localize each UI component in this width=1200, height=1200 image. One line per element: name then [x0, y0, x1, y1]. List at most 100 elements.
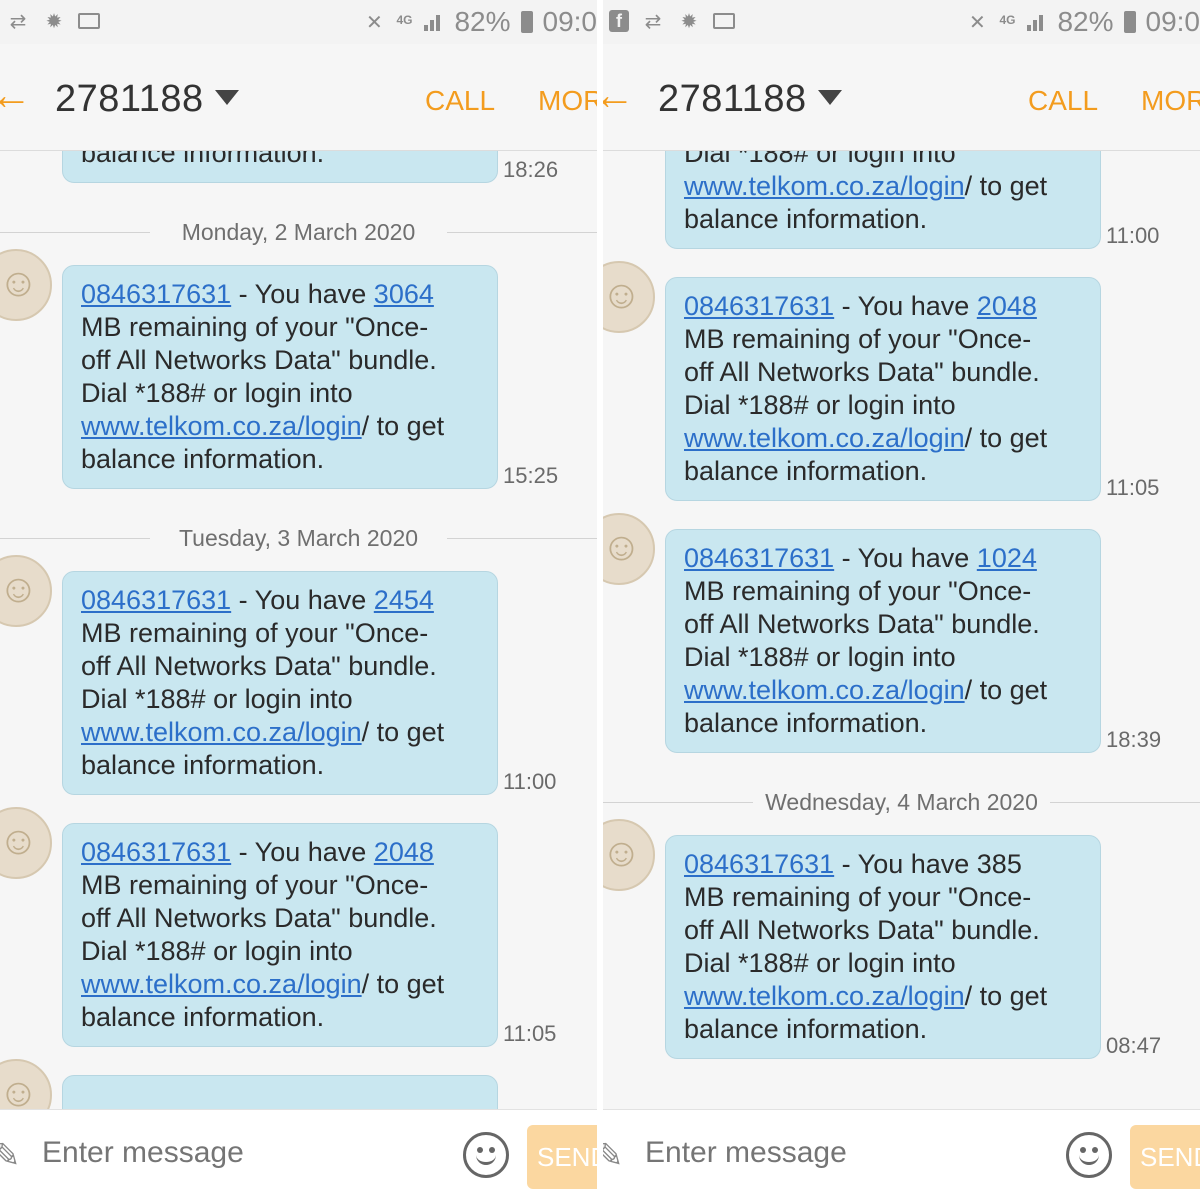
message-line: off All Networks Data" bundle. — [81, 344, 497, 377]
message-bubble[interactable] — [62, 1075, 498, 1109]
message-line: 0846317631 - You have 2048 — [684, 290, 1100, 323]
message-link[interactable]: www.telkom.co.za/login — [684, 171, 965, 201]
message-timestamp: 15:25 — [503, 463, 559, 488]
mute-icon: ✕ — [969, 11, 986, 34]
message-link[interactable]: 0846317631 — [81, 837, 231, 867]
emoji-icon[interactable] — [1066, 1132, 1112, 1178]
message-line: off All Networks Data" bundle. — [81, 902, 497, 935]
message-link[interactable]: 0846317631 — [684, 849, 834, 879]
date-separator: Wednesday, 4 March 2020 — [603, 787, 1200, 817]
contact-avatar-icon[interactable]: ☺ — [603, 261, 655, 333]
send-button[interactable]: SEND — [527, 1125, 597, 1189]
message-line: 0846317631 - You have 2454 — [81, 584, 497, 617]
message-bubble[interactable]: 0846317631 - You have 2048 MB remaining o… — [62, 823, 498, 1047]
message-line: Dial *188# or login into — [81, 683, 497, 716]
network-type: 4G — [999, 13, 1016, 27]
message-bubble[interactable]: 0846317631 - You have 2048 MB remaining o… — [665, 277, 1101, 501]
message-text: - You have — [834, 291, 977, 321]
message-bubble[interactable]: www.telkom.co.za/login/ to getbalance in… — [62, 151, 498, 183]
chevron-down-icon[interactable] — [818, 90, 842, 105]
message-line: Dial *188# or login into — [684, 641, 1100, 674]
message-link[interactable]: www.telkom.co.za/login — [81, 411, 362, 441]
message-text: MB remaining of your "Once- — [684, 882, 1032, 912]
message-text: off All Networks Data" bundle. — [81, 651, 437, 681]
message-text: - You have 385 — [834, 849, 1022, 879]
message-text: off All Networks Data" bundle. — [684, 915, 1040, 945]
attach-icon[interactable]: ✎ — [0, 1136, 21, 1176]
message-list[interactable]: www.telkom.co.za/login/ to getbalance in… — [0, 151, 597, 1109]
message-timestamp: 11:00 — [503, 769, 557, 794]
call-button[interactable]: CALL — [1028, 84, 1098, 118]
signal-icon — [422, 11, 444, 33]
message-link[interactable]: www.telkom.co.za/login — [81, 969, 362, 999]
message-link[interactable]: 0846317631 — [81, 279, 231, 309]
back-arrow-icon[interactable]: ← — [603, 70, 635, 120]
clock: 09:0 — [542, 6, 598, 37]
message-input[interactable] — [645, 1136, 1025, 1170]
message-bubble[interactable]: 0846317631 - You have 385 MB remaining of… — [665, 835, 1101, 1059]
message-composer: ✎ SEND — [0, 1109, 597, 1200]
message-line: off All Networks Data" bundle. — [684, 914, 1100, 947]
message-text: / to get — [964, 675, 1048, 705]
contact-title[interactable]: 2781188 — [658, 74, 807, 124]
message-link[interactable]: www.telkom.co.za/login — [684, 675, 965, 705]
message-line: 0846317631 - You have 2048 — [81, 836, 497, 869]
message-text: - You have — [834, 543, 977, 573]
attach-icon[interactable]: ✎ — [603, 1136, 624, 1176]
message-link[interactable]: www.telkom.co.za/login — [684, 423, 965, 453]
message-bubble[interactable]: 0846317631 - You have 3064 MB remaining o… — [62, 265, 498, 489]
message-link[interactable]: www.telkom.co.za/login — [81, 717, 362, 747]
message-link[interactable]: www.telkom.co.za/login — [684, 981, 965, 1011]
message-link[interactable]: 2454 — [374, 585, 434, 615]
message-list[interactable]: off All Networks Data" bundle.Dial *188#… — [603, 151, 1200, 1109]
message-line: www.telkom.co.za/login/ to get — [684, 674, 1100, 707]
message-text: off All Networks Data" bundle. — [684, 609, 1040, 639]
clock: 09:0 — [1145, 6, 1200, 37]
send-button[interactable]: SEND — [1130, 1125, 1200, 1189]
date-label: Monday, 2 March 2020 — [181, 219, 416, 245]
message-timestamp: 18:26 — [503, 157, 559, 182]
message-bubble[interactable]: off All Networks Data" bundle.Dial *188#… — [665, 151, 1101, 249]
contact-avatar-icon[interactable]: ☺ — [0, 555, 52, 627]
message-text: / to get — [964, 981, 1048, 1011]
message-line: MB remaining of your "Once- — [81, 869, 497, 902]
message-input[interactable] — [42, 1136, 422, 1170]
message-line: 0846317631 - You have 1024 — [684, 542, 1100, 575]
message-text: / to get — [964, 423, 1048, 453]
message-bubble[interactable]: 0846317631 - You have 1024 MB remaining o… — [665, 529, 1101, 753]
message-link[interactable]: 0846317631 — [684, 543, 834, 573]
message-text: / to get — [361, 411, 445, 441]
message-link[interactable]: 0846317631 — [81, 585, 231, 615]
message-bubble[interactable]: 0846317631 - You have 2454 MB remaining o… — [62, 571, 498, 795]
battery-icon — [1123, 11, 1136, 33]
more-button[interactable]: MORE — [1141, 84, 1200, 118]
chevron-down-icon[interactable] — [215, 90, 239, 105]
message-link[interactable]: 3064 — [374, 279, 434, 309]
contact-avatar-icon[interactable]: ☺ — [0, 249, 52, 321]
message-link[interactable]: 1024 — [977, 543, 1037, 573]
message-line: www.telkom.co.za/login/ to get — [81, 968, 497, 1001]
message-line: off All Networks Data" bundle. — [684, 356, 1100, 389]
status-bar: f ⇄ ✹ ✕ 4G 82% 09:0 — [603, 0, 1200, 44]
emoji-icon[interactable] — [463, 1132, 509, 1178]
message-text: / to get — [361, 969, 445, 999]
message-line: www.telkom.co.za/login/ to get — [684, 980, 1100, 1013]
message-link[interactable]: 0846317631 — [684, 291, 834, 321]
message-line: MB remaining of your "Once- — [684, 575, 1100, 608]
battery-percent: 82% — [454, 6, 511, 37]
date-separator: Tuesday, 3 March 2020 — [0, 523, 597, 553]
message-line: 0846317631 - You have 3064 — [81, 278, 497, 311]
message-link[interactable]: 2048 — [977, 291, 1037, 321]
back-arrow-icon[interactable]: ← — [0, 70, 32, 120]
contact-avatar-icon[interactable]: ☺ — [0, 807, 52, 879]
contact-avatar-icon[interactable]: ☺ — [0, 1059, 52, 1109]
message-line: balance information. — [81, 151, 497, 170]
message-link[interactable]: 2048 — [374, 837, 434, 867]
contact-title[interactable]: 2781188 — [55, 74, 204, 124]
call-button[interactable]: CALL — [425, 84, 495, 118]
more-button[interactable]: MORE — [538, 84, 597, 118]
message-timestamp: 18:39 — [1106, 727, 1162, 752]
message-text: - You have — [231, 837, 374, 867]
contact-avatar-icon[interactable]: ☺ — [603, 513, 655, 585]
contact-avatar-icon[interactable]: ☺ — [603, 819, 655, 891]
